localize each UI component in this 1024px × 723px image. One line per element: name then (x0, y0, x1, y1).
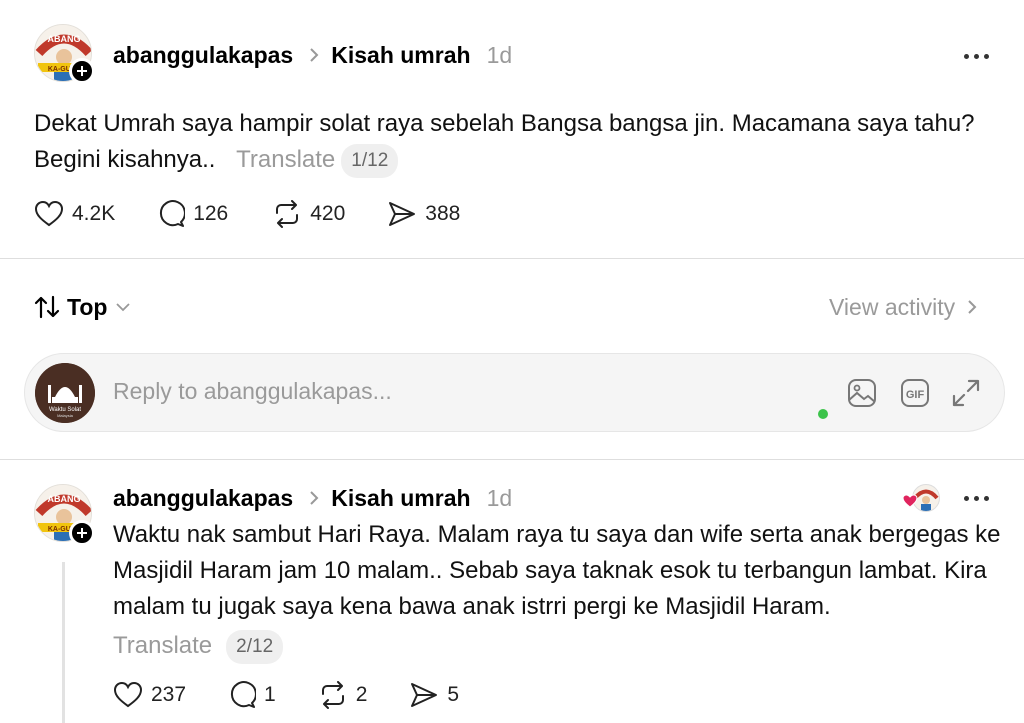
dot-icon (974, 53, 979, 59)
dot-icon (964, 53, 969, 59)
topic-link[interactable]: Kisah umrah (331, 42, 470, 69)
reply-avatar-text-2: Malaysia (57, 413, 74, 418)
timestamp: 1d (486, 41, 513, 68)
reply-input[interactable]: Reply to abanggulakapas... (113, 378, 392, 405)
like-count: 237 (151, 683, 187, 706)
expand-button[interactable] (949, 376, 983, 410)
more-options-button[interactable] (964, 51, 989, 61)
like-count: 4.2K (72, 202, 116, 225)
post-header: abanggulakapas Kisah umrah 1d (113, 40, 512, 70)
timestamp: 1d (486, 484, 513, 511)
repost-count: 420 (310, 202, 346, 225)
chevron-right-icon (968, 300, 977, 314)
comment-count: 1 (264, 683, 276, 706)
dot-icon (984, 495, 989, 501)
post-text: Dekat Umrah saya hampir solat raya sebel… (34, 110, 975, 173)
thread-line (62, 562, 65, 723)
share-count: 388 (425, 202, 461, 225)
repost-count: 2 (355, 683, 368, 706)
plus-icon (77, 66, 87, 76)
follow-button[interactable] (69, 58, 95, 84)
share-button[interactable]: 388 (387, 200, 460, 228)
post: ABANG KA-GULA abanggulakapas Kisah umrah… (0, 0, 1024, 258)
dot-icon (984, 53, 989, 59)
chevron-down-icon (116, 303, 131, 312)
follow-button[interactable] (69, 520, 95, 546)
sort-icon (34, 295, 60, 319)
expand-icon (952, 379, 980, 407)
dot-icon (964, 495, 969, 501)
plus-icon (77, 528, 87, 538)
repost-button[interactable]: 2 (318, 681, 368, 709)
gif-button[interactable]: GIF (898, 376, 932, 410)
repost-icon (321, 681, 344, 709)
more-options-button[interactable] (964, 493, 989, 503)
heart-icon (113, 681, 143, 708)
liked-by-author-badge (902, 484, 940, 512)
view-activity-label: View activity (829, 293, 956, 320)
share-icon (411, 683, 438, 707)
dot-icon (974, 495, 979, 501)
page-indicator: 1/12 (341, 143, 399, 178)
avatar-logo-top: ABANG (48, 494, 81, 504)
topic-link[interactable]: Kisah umrah (331, 485, 470, 512)
thread-post-header: abanggulakapas Kisah umrah 1d (113, 483, 512, 513)
thread-text-block: Waktu nak sambut Hari Raya. Malam raya t… (113, 517, 1013, 664)
comment-button[interactable]: 126 (157, 200, 228, 228)
view-activity-link[interactable]: View activity (829, 292, 977, 322)
online-status-dot (818, 409, 828, 419)
share-button[interactable]: 5 (409, 681, 459, 709)
divider (0, 459, 1024, 460)
share-icon (389, 202, 416, 226)
comment-count: 126 (193, 202, 229, 225)
like-button[interactable]: 237 (113, 681, 186, 709)
comment-icon (231, 681, 257, 708)
post-text-block: Dekat Umrah saya hampir solat raya sebel… (34, 106, 994, 178)
share-count: 5 (447, 683, 460, 706)
thread-post-text: Waktu nak sambut Hari Raya. Malam raya t… (113, 521, 1001, 620)
translate-link[interactable]: Translate (113, 632, 212, 659)
username-link[interactable]: abanggulakapas (113, 42, 293, 69)
sort-label: Top (67, 293, 108, 320)
mosque-avatar-image: Waktu Solat Malaysia (35, 363, 95, 423)
repost-button[interactable]: 420 (272, 200, 345, 228)
comment-icon (160, 200, 186, 227)
gif-icon: GIF (901, 379, 929, 407)
reply-composer[interactable]: Waktu Solat Malaysia Reply to abanggulak… (24, 353, 1005, 432)
action-bar: 4.2K 126 420 388 (34, 198, 460, 230)
heart-icon (34, 200, 64, 227)
like-button[interactable]: 4.2K (34, 200, 115, 228)
repost-icon (276, 200, 299, 228)
thread-action-bar: 237 1 2 5 (113, 679, 459, 711)
image-icon (848, 379, 876, 407)
username-link[interactable]: abanggulakapas (113, 485, 293, 512)
image-attach-button[interactable] (845, 376, 879, 410)
chevron-right-icon (309, 47, 319, 63)
gif-text: GIF (906, 389, 925, 401)
comment-button[interactable]: 1 (228, 681, 276, 709)
reply-avatar: Waktu Solat Malaysia (35, 363, 95, 423)
chevron-right-icon (309, 490, 319, 506)
divider (0, 258, 1024, 259)
heart-icon (902, 494, 918, 508)
avatar-logo-top: ABANG (48, 34, 81, 44)
sort-dropdown[interactable]: Top (34, 292, 131, 322)
page-indicator: 2/12 (226, 629, 284, 664)
translate-link[interactable]: Translate (236, 146, 335, 173)
